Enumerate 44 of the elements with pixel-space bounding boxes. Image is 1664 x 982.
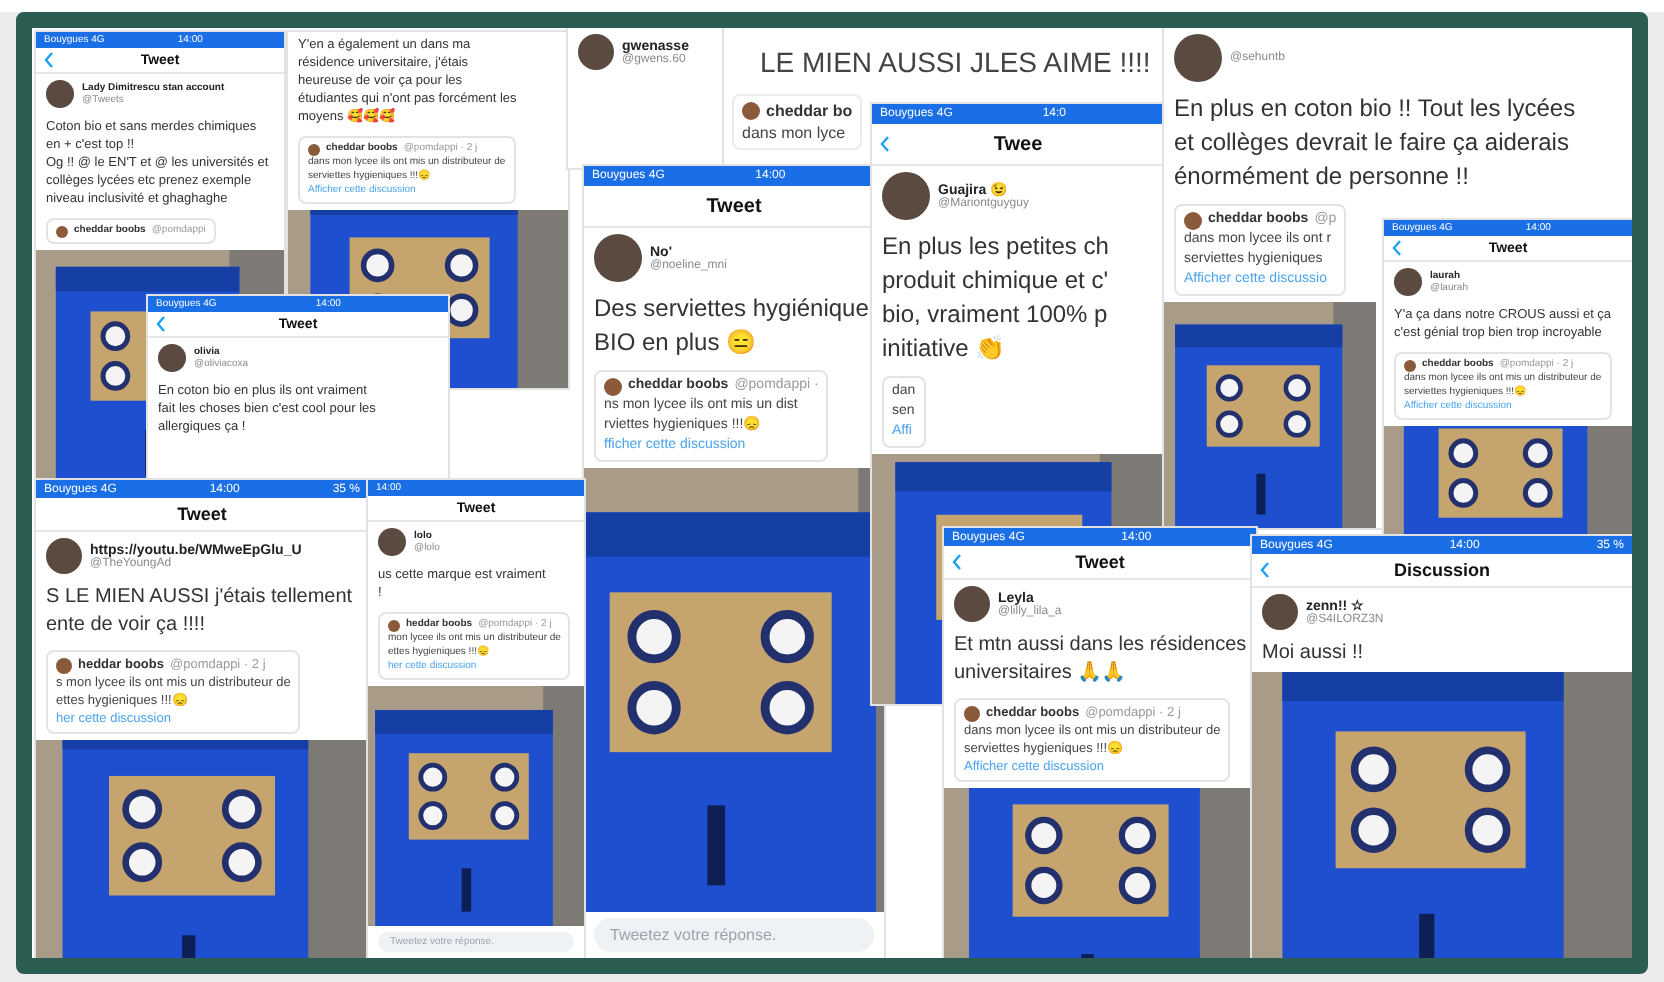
tweet-text: produit chimique et c' (882, 264, 1111, 298)
quote-text: dans mon lyce (742, 122, 848, 144)
tweet-text: En plus en coton bio !! Tout les lycées (1174, 92, 1578, 126)
tweet-text: En plus les petites ch (882, 230, 1111, 264)
tweet-text: énormément de personne !! (1174, 160, 1471, 194)
tweet-text: bio, vraiment 100% p (882, 298, 1110, 332)
back-icon[interactable] (44, 52, 54, 68)
avatar (1262, 594, 1298, 630)
tweet-text: initiative 👏 (882, 332, 1008, 366)
avatar (1394, 268, 1422, 296)
screen-title: Tweet (706, 195, 762, 217)
avatar (1184, 211, 1202, 229)
avatar (46, 80, 74, 108)
screen-title: Twee (993, 133, 1043, 155)
tweet-text: ente de voir ça !!!! (46, 612, 207, 640)
tweet-text: Moi aussi !! (1262, 640, 1366, 668)
tweet-text: Des serviettes hygiénique (594, 292, 871, 326)
avatar (56, 225, 68, 237)
avatar (594, 234, 642, 282)
tweet-text: S LE MIEN AUSSI j'étais tellement (46, 584, 355, 612)
tweet-text: LE MIEN AUSSI JLES AIME !!!! (760, 44, 1153, 82)
back-icon[interactable] (1392, 240, 1402, 256)
back-icon[interactable] (1260, 562, 1270, 578)
avatar (604, 377, 622, 395)
avatar (578, 34, 614, 70)
screen-title: Tweet (177, 504, 227, 524)
avatar (46, 538, 82, 574)
quote-author: cheddar bo (766, 100, 853, 122)
back-icon[interactable] (156, 316, 166, 332)
back-icon[interactable] (880, 136, 890, 152)
avatar (1404, 359, 1416, 371)
screen-title: Discussion (1393, 560, 1490, 580)
tweet-text: et collèges devrait le faire ça aiderais (1174, 126, 1571, 160)
avatar (742, 102, 760, 120)
avatar (308, 143, 320, 155)
tweet-text: BIO en plus 😑 (594, 326, 759, 360)
avatar (378, 528, 406, 556)
avatar (158, 344, 186, 372)
avatar (1174, 34, 1222, 82)
avatar (882, 172, 930, 220)
avatar (964, 705, 980, 721)
avatar (388, 619, 400, 631)
avatar (56, 657, 72, 673)
reply-field[interactable]: Tweetez votre réponse. (594, 918, 874, 952)
